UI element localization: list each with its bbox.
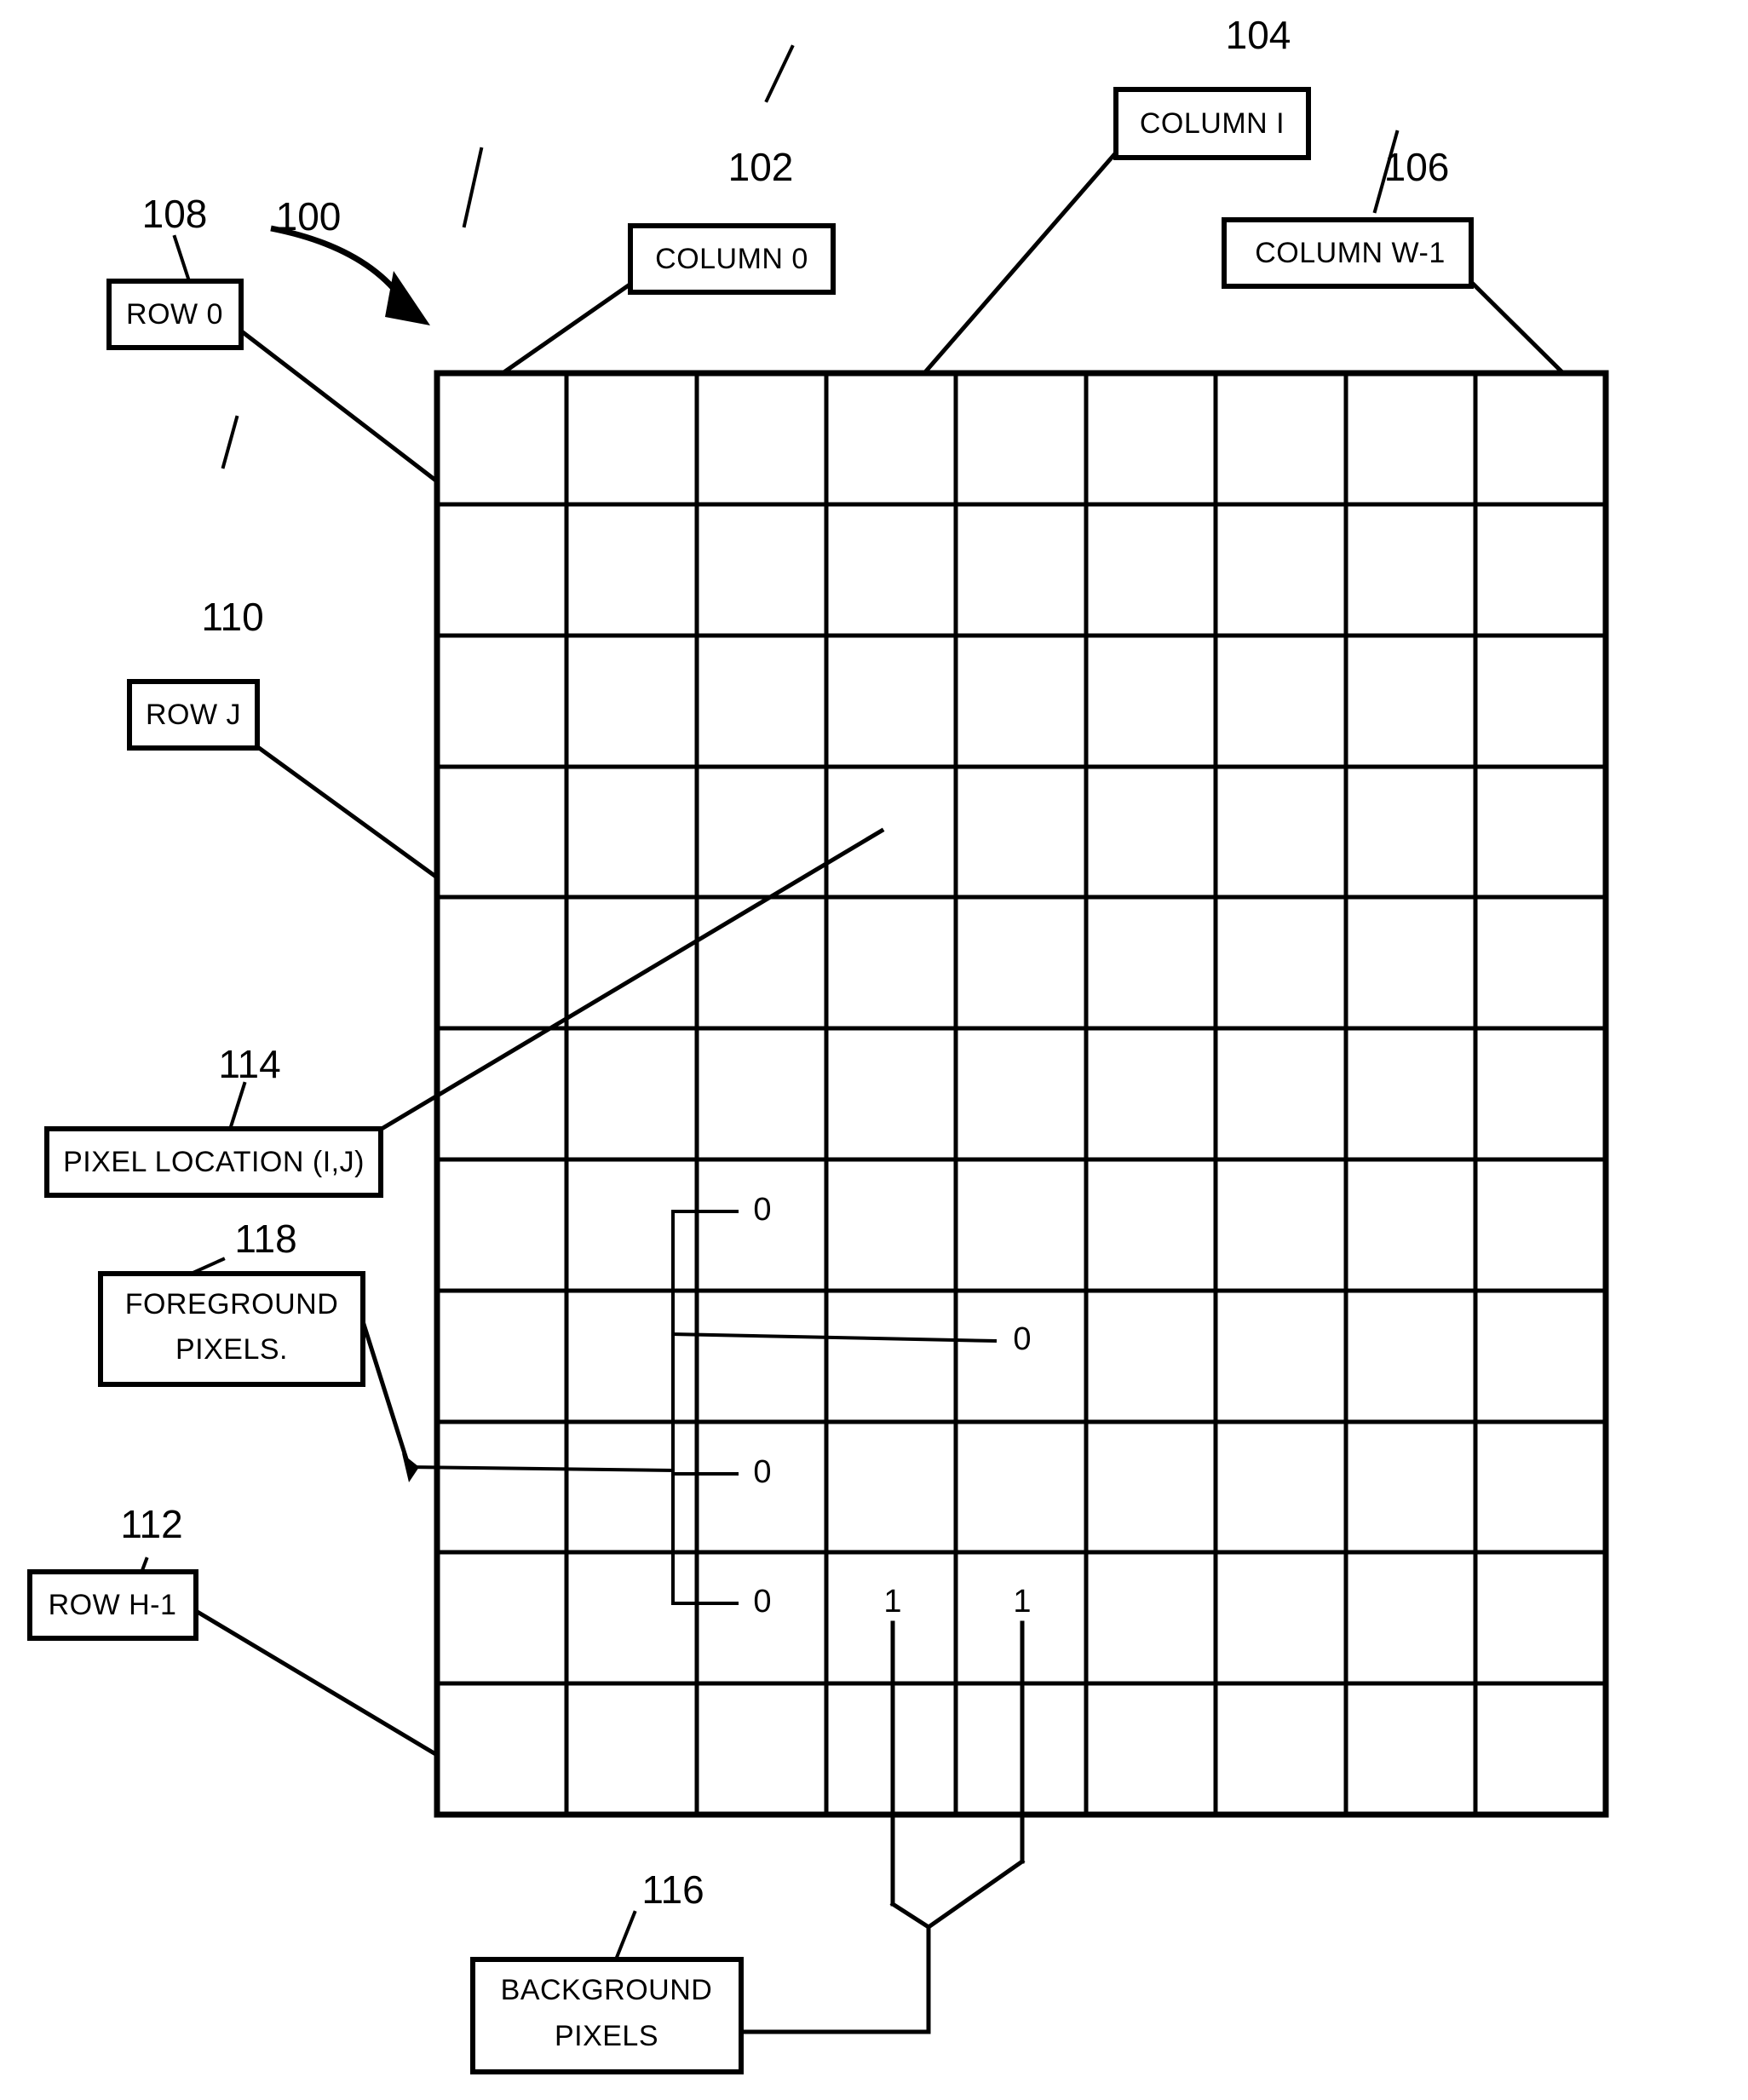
tick-104 <box>764 44 795 103</box>
ref-num-110: 110 <box>201 595 263 639</box>
one-leader-join <box>889 1858 1026 1930</box>
callout-row-h-1-label: ROW H-1 <box>49 1589 177 1621</box>
main-arrow-curve <box>270 225 407 304</box>
callout-column-w-1-label: COLUMN W-1 <box>1255 237 1446 269</box>
callout-background-pixels[interactable]: BACKGROUND PIXELS <box>470 1957 744 2074</box>
ref-num-114: 114 <box>218 1042 280 1086</box>
callout-background-pixels-line-1: BACKGROUND <box>501 1974 713 2006</box>
foreground-zero-leaders <box>670 1210 998 1605</box>
callout-pixel-location-label: PIXEL LOCATION (I,J) <box>63 1146 365 1178</box>
leader-column-w-1 <box>1460 271 1567 377</box>
reference-numeral-ticks <box>129 44 1400 1962</box>
grid-cell-values: 0 0 0 0 1 1 <box>753 1192 1031 1620</box>
callout-foreground-pixels[interactable]: FOREGROUND PIXELS. <box>98 1271 365 1387</box>
ref-num-102: 102 <box>728 145 794 189</box>
zero-leader-b <box>670 1332 998 1343</box>
main-figure-arrow <box>270 225 430 325</box>
callout-column-i-label: COLUMN I <box>1140 107 1285 140</box>
callout-column-0[interactable]: COLUMN 0 <box>628 223 836 295</box>
callout-column-w-1[interactable]: COLUMN W-1 <box>1222 217 1474 289</box>
tick-116 <box>613 1910 637 1962</box>
cell-value-0-c: 0 <box>753 1454 771 1490</box>
callout-row-h-1[interactable]: ROW H-1 <box>27 1569 198 1641</box>
tick-102 <box>462 147 484 228</box>
callout-pixel-location[interactable]: PIXEL LOCATION (I,J) <box>44 1126 383 1198</box>
cell-value-0-b: 0 <box>1013 1321 1031 1357</box>
leader-column-0 <box>499 278 638 377</box>
ref-num-106: 106 <box>1384 145 1450 189</box>
ref-num-108: 108 <box>142 192 208 236</box>
leader-row-j <box>252 742 440 881</box>
ref-num-100: 100 <box>276 194 342 239</box>
callout-foreground-pixels-line-1: FOREGROUND <box>125 1288 339 1320</box>
cell-value-1-a: 1 <box>883 1584 901 1620</box>
ref-num-116: 116 <box>641 1867 704 1912</box>
callout-column-i[interactable]: COLUMN I <box>1113 87 1311 160</box>
pixel-grid-diagram: ROW 0 108 COLUMN 0 102 COLUMN I 104 COLU… <box>27 13 1609 2074</box>
leader-row-h-1 <box>188 1605 440 1758</box>
callout-row-0-label: ROW 0 <box>126 298 223 331</box>
leader-column-i <box>921 141 1126 377</box>
leader-row-0 <box>239 329 440 485</box>
leader-pixel-location <box>378 827 885 1132</box>
cell-value-0-d: 0 <box>753 1584 771 1620</box>
leader-foreground-pixels-arrow <box>406 1464 676 1473</box>
cell-value-1-b: 1 <box>1013 1584 1031 1620</box>
patent-figure-canvas: ROW 0 108 COLUMN 0 102 COLUMN I 104 COLU… <box>0 0 1748 2100</box>
main-arrow-head <box>385 271 430 325</box>
ref-num-118: 118 <box>234 1217 296 1261</box>
tick-108 <box>172 234 192 284</box>
ref-num-112: 112 <box>120 1502 182 1546</box>
callout-column-0-label: COLUMN 0 <box>655 243 808 275</box>
callout-row-j-label: ROW J <box>146 699 241 731</box>
callout-foreground-pixels-line-2: PIXELS. <box>175 1333 288 1366</box>
leader-foreground-pixels <box>359 1315 412 1470</box>
tick-110 <box>221 415 239 469</box>
callout-row-j[interactable]: ROW J <box>127 679 260 751</box>
callout-background-pixels-line-2: PIXELS <box>555 2020 658 2052</box>
ref-num-104: 104 <box>1226 13 1291 57</box>
callout-row-0[interactable]: ROW 0 <box>106 279 244 350</box>
callout-leader-lines <box>188 141 1567 1758</box>
cell-value-0-a: 0 <box>753 1192 771 1228</box>
foreground-arrow-head <box>402 1453 419 1482</box>
